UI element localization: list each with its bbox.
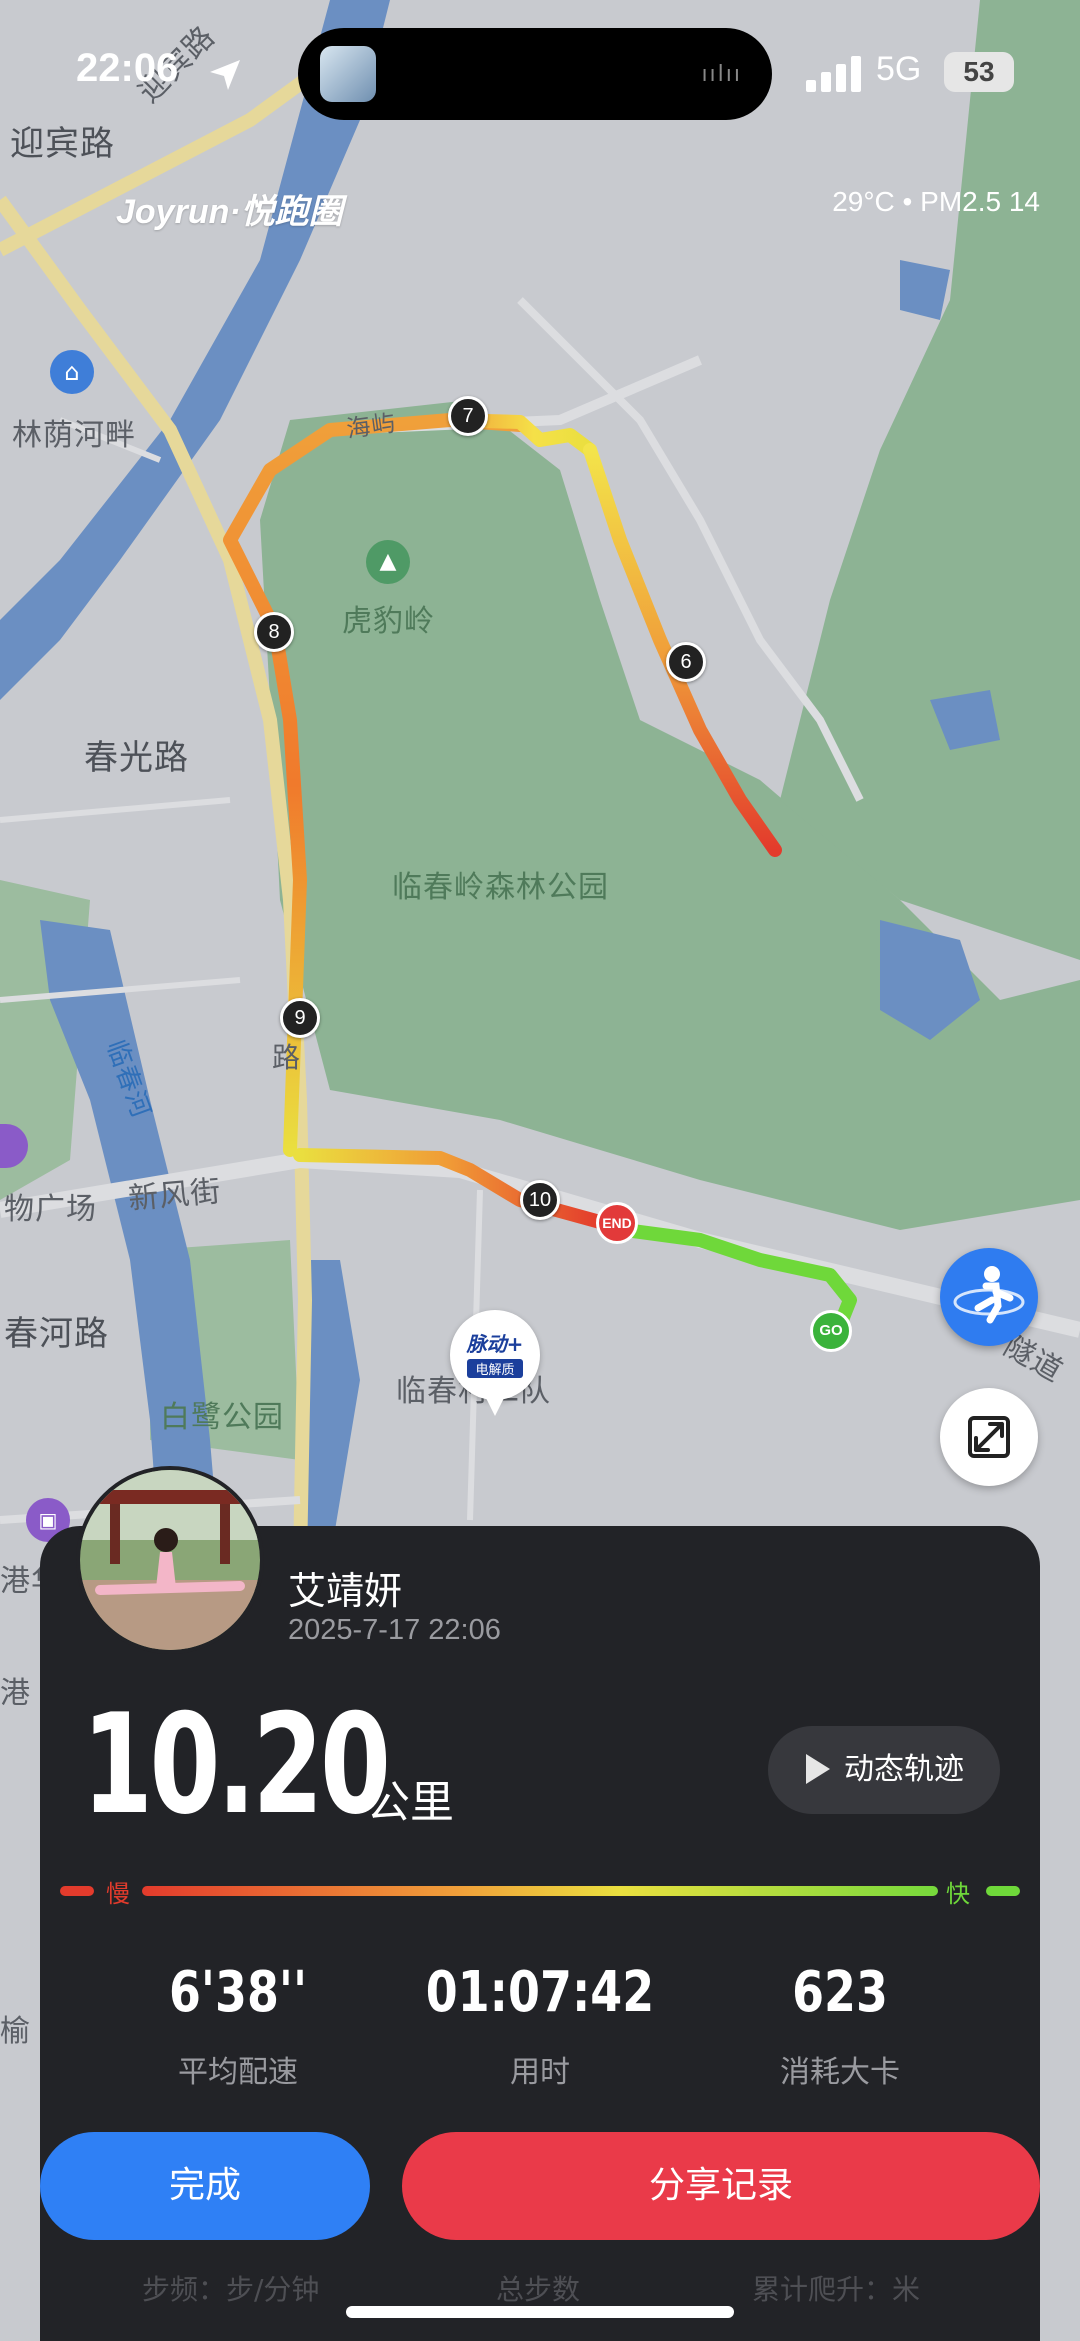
stat-duration: 01:07:42 用时 [390, 1960, 690, 2091]
weather-info: 29°C • PM2.5 14 [832, 186, 1040, 217]
map-label-hubaoling: 虎豹岭 [342, 604, 435, 639]
share-record-button[interactable]: 分享记录 [402, 2132, 1040, 2240]
location-arrow-icon [210, 60, 240, 90]
dynamic-track-button[interactable]: 动态轨迹 [768, 1726, 1000, 1814]
status-bar: 22:06 ıılıı 5G 53 [0, 0, 1080, 150]
route-start-marker[interactable]: GO [810, 1310, 852, 1352]
audio-wave-icon: ıılıı [701, 62, 742, 87]
distance-value: 10.20 [82, 1684, 391, 1845]
app-brand-logo: Joyrun·悦跑圈 [116, 193, 343, 231]
route-end-marker[interactable]: END [596, 1202, 638, 1244]
bank-poi-icon[interactable]: ⌂ [50, 350, 94, 394]
legend-gradient [142, 1886, 938, 1896]
map-label-bailu-park: 白鹭公园 [160, 1400, 284, 1435]
runner-mode-button[interactable] [940, 1248, 1038, 1346]
map-label-chunguang-road: 春光路 [84, 738, 189, 778]
map-label-forest-park: 临春岭森林公园 [392, 870, 609, 905]
stat-label: 用时 [510, 2055, 570, 2090]
route-marker-9[interactable]: 9 [280, 998, 320, 1038]
map-label-haiyu: 海屿 [344, 408, 399, 444]
stat-calories: 623 消耗大卡 [690, 1960, 990, 2091]
run-datetime: 2025-7-17 22:06 [288, 1614, 501, 1646]
route-marker-6[interactable]: 6 [666, 642, 706, 682]
play-icon [806, 1754, 830, 1784]
legend-fast-label: 快 [946, 1880, 970, 1908]
map-label-linyin-hepan: 林荫河畔 [12, 418, 136, 453]
battery-icon: 53 [944, 52, 1014, 92]
avatar-photo [80, 1470, 260, 1650]
route-marker-7[interactable]: 7 [448, 396, 488, 436]
dynamic-island[interactable]: ıılıı [298, 28, 772, 120]
stat-label: 消耗大卡 [780, 2055, 900, 2090]
fullscreen-map-button[interactable] [940, 1388, 1038, 1486]
status-time: 22:06 [76, 46, 179, 90]
stat-value: 6'38'' [168, 1960, 308, 2025]
network-type: 5G [876, 50, 922, 88]
mountain-poi-icon[interactable]: ▲ [366, 540, 410, 584]
user-name: 艾靖妍 [288, 1569, 403, 1613]
pace-color-legend [60, 1886, 1020, 1896]
map-label-yu: 榆 [0, 2014, 31, 2049]
route-marker-8[interactable]: 8 [254, 612, 294, 652]
map-label-road-vertical: 路 [272, 1041, 302, 1074]
map-label-chunhe-road: 春河路 [4, 1314, 109, 1354]
extra-stat-cadence: 步频：步/分钟 [142, 2273, 320, 2306]
home-indicator[interactable] [346, 2306, 734, 2318]
stat-value: 01:07:42 [425, 1960, 655, 2025]
sponsor-poi-title: 脉动+ [466, 1332, 524, 1356]
stat-value: 623 [792, 1960, 888, 2025]
extra-stat-elevation: 累计爬升：米 [752, 2273, 921, 2306]
map-label-plaza: 物广场 [4, 1192, 97, 1227]
sponsor-poi-bubble[interactable]: 脉动+ 电解质 [450, 1310, 540, 1400]
legend-slow-label: 慢 [106, 1880, 130, 1908]
runner-icon [953, 1266, 1025, 1324]
stat-avg-pace: 6'38'' 平均配速 [88, 1960, 388, 2091]
signal-strength-icon [806, 56, 861, 92]
map-label-xinfeng-street: 新风街 [126, 1174, 223, 1217]
map-label-gang: 港 [0, 1676, 31, 1711]
distance-unit: 公里 [366, 1777, 454, 1828]
extra-stat-steps: 总步数 [496, 2273, 581, 2306]
route-marker-10[interactable]: 10 [520, 1180, 560, 1220]
user-avatar[interactable] [76, 1466, 264, 1654]
expand-icon [968, 1416, 1010, 1458]
sponsor-poi-pointer [484, 1394, 506, 1416]
island-app-thumbnail [320, 46, 376, 102]
done-button[interactable]: 完成 [40, 2132, 370, 2240]
legend-slow-cap [60, 1886, 94, 1896]
dynamic-track-label: 动态轨迹 [844, 1752, 964, 1787]
legend-fast-cap [986, 1886, 1020, 1896]
sponsor-poi-subtitle: 电解质 [467, 1359, 523, 1378]
stat-label: 平均配速 [178, 2055, 298, 2090]
